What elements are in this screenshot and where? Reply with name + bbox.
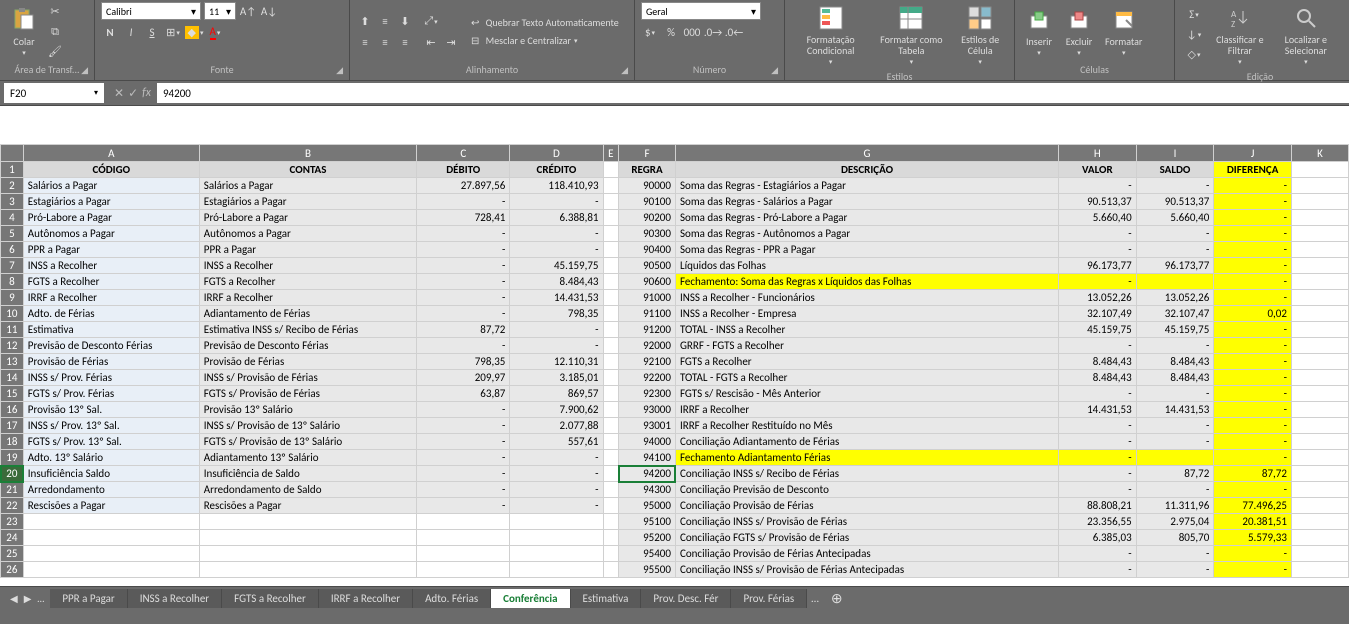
tab-more-icon[interactable]: … xyxy=(37,592,44,605)
orientation-button[interactable]: ⤢ xyxy=(422,12,440,30)
wrap-icon: ↩ xyxy=(471,16,479,29)
format-cells-button[interactable]: Formatar▾ xyxy=(1101,4,1146,59)
table-row[interactable]: 22 Rescisões a Pagar Rescisões a Pagar -… xyxy=(1,498,1349,514)
sheet-tab[interactable]: INSS a Recolher xyxy=(128,589,222,608)
format-painter-button[interactable]: 🖌 xyxy=(46,43,64,61)
table-row[interactable]: 5 Autônomos a Pagar Autônomos a Pagar - … xyxy=(1,226,1349,242)
increase-font-button[interactable]: A↑ xyxy=(239,2,257,20)
table-row[interactable]: 3 Estagiários a Pagar Estagiários a Paga… xyxy=(1,194,1349,210)
sheet-tab[interactable]: Estimativa xyxy=(571,589,642,608)
fill-color-button[interactable]: ◆ xyxy=(185,23,203,41)
table-row[interactable]: 13 Provisão de Férias Provisão de Férias… xyxy=(1,354,1349,370)
decrease-indent-button[interactable]: ⇤ xyxy=(422,33,440,51)
table-row[interactable]: 24 95200 Conciliação FGTS s/ Provisão de… xyxy=(1,530,1349,546)
number-format-combo[interactable]: Geral▾ xyxy=(641,2,761,20)
sheet-tab[interactable]: Conferência xyxy=(491,589,570,608)
bold-button[interactable]: N xyxy=(101,23,119,41)
formula-bar: F20▾ ✕ ✓ fx 94200 xyxy=(0,80,1349,106)
table-row[interactable]: 6 PPR a Pagar PPR a Pagar - - 90400 Soma… xyxy=(1,242,1349,258)
table-row[interactable]: 15 FGTS s/ Prov. Férias FGTS s/ Provisão… xyxy=(1,386,1349,402)
align-dialog-icon[interactable]: ◢ xyxy=(621,65,628,76)
conditional-format-button[interactable]: Formatação Condicional▾ xyxy=(791,2,870,68)
increase-decimal-button[interactable]: .0→ xyxy=(704,23,722,41)
sheet-tab[interactable]: FGTS a Recolher xyxy=(222,589,319,608)
number-dialog-icon[interactable]: ◢ xyxy=(771,65,778,76)
cell-styles-button[interactable]: Estilos de Célula▾ xyxy=(952,2,1008,68)
percent-format-button[interactable]: % xyxy=(662,23,680,41)
column-headers[interactable]: ABCDEFGHIJK xyxy=(1,145,1349,162)
merge-center-button[interactable]: ⊟ Mesclar e Centralizar xyxy=(468,33,622,48)
table-row[interactable]: 12 Previsão de Desconto Férias Previsão … xyxy=(1,338,1349,354)
borders-button[interactable]: ⊞ xyxy=(164,23,182,41)
clear-button[interactable]: ◇ xyxy=(1181,46,1207,64)
decrease-decimal-button[interactable]: .0← xyxy=(725,23,743,41)
table-row[interactable]: 10 Adto. de Férias Adiantamento de Féria… xyxy=(1,306,1349,322)
name-box[interactable]: F20▾ xyxy=(4,83,104,103)
cancel-formula-icon[interactable]: ✕ xyxy=(114,86,124,101)
format-table-button[interactable]: Formatar como Tabela▾ xyxy=(874,2,948,68)
font-name-combo[interactable]: Calibri▾ xyxy=(101,2,201,20)
table-row[interactable]: 21 Arredondamento Arredondamento de Sald… xyxy=(1,482,1349,498)
font-size-combo[interactable]: 11▾ xyxy=(204,2,236,20)
font-dialog-icon[interactable]: ◢ xyxy=(336,65,343,76)
decrease-font-button[interactable]: A↓ xyxy=(260,2,278,20)
paste-button[interactable]: Colar▾ xyxy=(6,4,42,59)
table-row[interactable]: 18 FGTS s/ Prov. 13º Sal. FGTS s/ Provis… xyxy=(1,434,1349,450)
comma-format-button[interactable]: 000 xyxy=(683,23,701,41)
table-row[interactable]: 23 95100 Conciliação INSS s/ Provisão de… xyxy=(1,514,1349,530)
enter-formula-icon[interactable]: ✓ xyxy=(128,86,138,101)
table-row[interactable]: 26 95500 Conciliação INSS s/ Provisão de… xyxy=(1,562,1349,578)
underline-button[interactable]: S xyxy=(143,23,161,41)
sort-filter-button[interactable]: AZClassificar e Filtrar▾ xyxy=(1211,2,1269,68)
sheet-tabs: ◀ ▶ … PPR a PagarINSS a RecolherFGTS a R… xyxy=(0,586,1349,610)
copy-button[interactable]: ⧉ xyxy=(46,23,64,41)
table-row[interactable]: 16 Provisão 13º Sal. Provisão 13º Salári… xyxy=(1,402,1349,418)
sheet-tab[interactable]: IRRF a Recolher xyxy=(319,589,413,608)
table-row[interactable]: 7 INSS a Recolher INSS a Recolher - 45.1… xyxy=(1,258,1349,274)
italic-button[interactable]: I xyxy=(122,23,140,41)
align-middle-button[interactable]: ≡ xyxy=(376,12,394,30)
accounting-format-button[interactable]: $ xyxy=(641,23,659,41)
table-row[interactable]: 19 Adto. 13º Salário Adiantamento 13º Sa… xyxy=(1,450,1349,466)
fill-button[interactable]: ↓ xyxy=(1181,26,1207,44)
table-row[interactable]: 17 INSS s/ Prov. 13º Sal. INSS s/ Provis… xyxy=(1,418,1349,434)
align-bottom-button[interactable]: ⬇ xyxy=(396,12,414,30)
insert-cells-button[interactable]: Inserir▾ xyxy=(1021,4,1057,59)
header-row[interactable]: 1 CÓDIGOCONTASDÉBITOCRÉDITOREGRADESCRIÇÃ… xyxy=(1,162,1349,178)
font-color-button[interactable]: A xyxy=(206,23,224,41)
autosum-button[interactable]: Σ xyxy=(1181,6,1207,24)
align-top-button[interactable]: ⬆ xyxy=(356,12,374,30)
find-select-button[interactable]: Localizar e Selecionar▾ xyxy=(1273,2,1339,68)
align-right-button[interactable]: ≡ xyxy=(396,33,414,51)
formula-input[interactable]: 94200 xyxy=(157,83,1349,103)
svg-text:Z: Z xyxy=(1231,19,1235,29)
sheet-tab[interactable]: Adto. Férias xyxy=(413,589,491,608)
merge-icon: ⊟ xyxy=(471,34,479,47)
add-sheet-button[interactable]: ⊕ xyxy=(823,590,851,607)
fx-icon[interactable]: fx xyxy=(142,86,151,101)
increase-indent-button[interactable]: ⇥ xyxy=(442,33,460,51)
wrap-text-button[interactable]: ↩ Quebrar Texto Automaticamente xyxy=(468,15,622,30)
delete-cells-button[interactable]: Excluir▾ xyxy=(1061,4,1097,59)
tab-overflow-icon[interactable]: … xyxy=(807,592,823,605)
clipboard-dialog-icon[interactable]: ◢ xyxy=(81,65,88,76)
cut-button[interactable]: ✂ xyxy=(46,3,64,21)
align-left-button[interactable]: ≡ xyxy=(356,33,374,51)
tab-prev-icon[interactable]: ◀ xyxy=(10,592,18,605)
spreadsheet-grid[interactable]: ABCDEFGHIJK 1 CÓDIGOCONTASDÉBITOCRÉDITOR… xyxy=(0,106,1349,586)
sheet-tab[interactable]: Prov. Desc. Fér xyxy=(641,589,731,608)
table-row[interactable]: 2 Salários a Pagar Salários a Pagar 27.8… xyxy=(1,178,1349,194)
table-row[interactable]: 14 INSS s/ Prov. Férias INSS s/ Provisão… xyxy=(1,370,1349,386)
sheet-tab[interactable]: PPR a Pagar xyxy=(50,589,127,608)
ribbon: Colar▾ ✂ ⧉ 🖌 Área de Transf...◢ Calibri▾… xyxy=(0,0,1349,80)
table-row[interactable]: 8 FGTS a Recolher FGTS a Recolher - 8.48… xyxy=(1,274,1349,290)
table-row[interactable]: 20 Insuficiência Saldo Insuficiência de … xyxy=(1,466,1349,482)
table-row[interactable]: 4 Pró-Labore a Pagar Pró-Labore a Pagar … xyxy=(1,210,1349,226)
table-row[interactable]: 9 IRRF a Recolher IRRF a Recolher - 14.4… xyxy=(1,290,1349,306)
align-center-button[interactable]: ≡ xyxy=(376,33,394,51)
table-row[interactable]: 11 Estimativa Estimativa INSS s/ Recibo … xyxy=(1,322,1349,338)
tab-next-icon[interactable]: ▶ xyxy=(24,592,32,605)
table-row[interactable]: 25 95400 Conciliação Provisão de Férias … xyxy=(1,546,1349,562)
sheet-tab[interactable]: Prov. Férias xyxy=(731,589,807,608)
